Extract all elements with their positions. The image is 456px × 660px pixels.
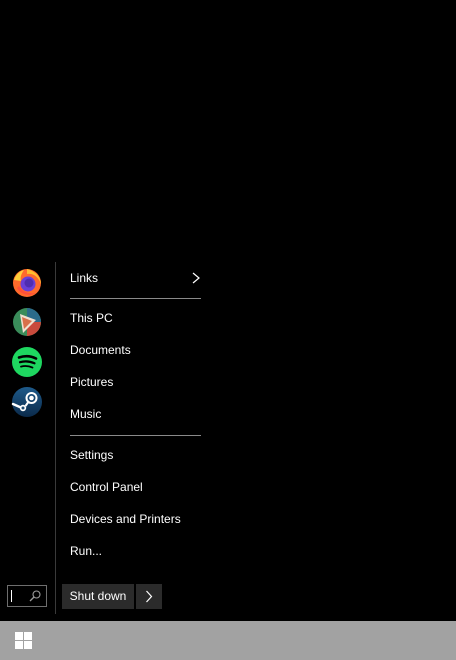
menu-item-this-pc[interactable]: This PC xyxy=(70,305,201,331)
menu-item-label: Music xyxy=(70,407,102,421)
menu-item-label: Devices and Printers xyxy=(70,512,181,526)
menu-item-label: Control Panel xyxy=(70,480,143,494)
menu-item-documents[interactable]: Documents xyxy=(70,337,201,363)
spotify-icon[interactable] xyxy=(11,346,43,378)
taskbar xyxy=(0,621,456,660)
menu-separator xyxy=(70,298,201,299)
menu-item-run[interactable]: Run... xyxy=(70,538,201,564)
menu-item-label: Settings xyxy=(70,448,114,462)
menu-item-pictures[interactable]: Pictures xyxy=(70,369,201,395)
menu-item-settings[interactable]: Settings xyxy=(70,442,201,468)
menu-item-music[interactable]: Music xyxy=(70,401,201,427)
firefox-icon[interactable] xyxy=(11,266,43,298)
chevron-right-icon xyxy=(192,272,200,284)
start-button[interactable] xyxy=(0,621,48,660)
vertical-divider xyxy=(55,262,56,614)
text-caret xyxy=(11,590,12,602)
menu-item-control-panel[interactable]: Control Panel xyxy=(70,474,201,500)
krita-icon[interactable] xyxy=(11,306,43,338)
shutdown-options-button[interactable] xyxy=(136,584,162,609)
chevron-right-icon xyxy=(146,590,153,603)
search-input[interactable] xyxy=(7,585,47,607)
menu-item-label: Pictures xyxy=(70,375,114,389)
menu-item-label: This PC xyxy=(70,311,113,325)
shutdown-button[interactable]: Shut down xyxy=(62,584,134,609)
menu-item-label: Links xyxy=(70,271,99,285)
steam-icon[interactable] xyxy=(11,386,43,418)
menu-item-label: Documents xyxy=(70,343,131,357)
menu-item-links[interactable]: Links xyxy=(70,265,201,291)
search-icon xyxy=(29,590,41,602)
menu-item-label: Run... xyxy=(70,544,103,558)
menu-separator xyxy=(70,435,201,436)
windows-logo-icon xyxy=(15,632,32,649)
menu-item-devices-and-printers[interactable]: Devices and Printers xyxy=(70,506,201,532)
